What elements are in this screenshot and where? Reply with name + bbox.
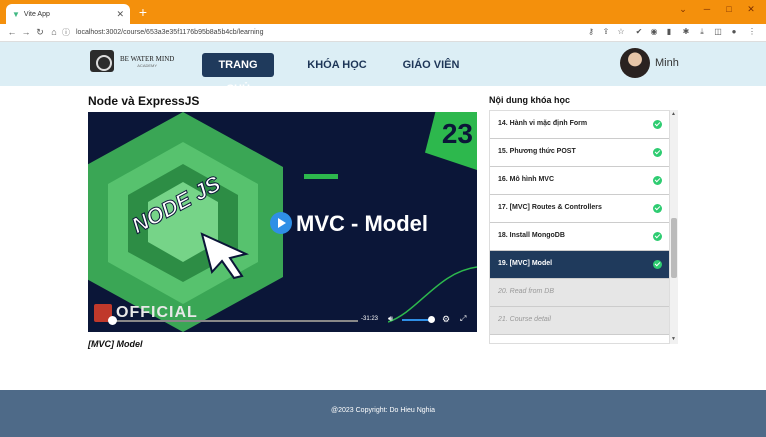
new-tab-button[interactable]: + bbox=[136, 5, 150, 19]
vite-favicon-icon: ▼ bbox=[12, 9, 20, 19]
scrollbar-thumb[interactable] bbox=[671, 218, 677, 278]
lesson-label: 16. Mô hình MVC bbox=[498, 176, 554, 183]
lesson-item[interactable]: 14. Hành vi mặc định Form bbox=[490, 111, 669, 139]
nav-home[interactable]: TRANG CHỦ bbox=[202, 53, 274, 95]
logo-text: BE WATER MIND bbox=[120, 54, 175, 63]
browser-tab[interactable]: ▼ Vite App ✕ bbox=[6, 4, 130, 24]
check-circle-icon bbox=[653, 204, 662, 213]
reload-icon[interactable]: ↻ bbox=[34, 27, 46, 38]
extension-icon[interactable]: ◉ bbox=[648, 27, 660, 36]
back-icon[interactable]: ← bbox=[6, 27, 18, 37]
home-icon[interactable]: ⌂ bbox=[48, 27, 60, 37]
extension-icon[interactable]: ▮ bbox=[663, 27, 675, 36]
extension-icon[interactable]: ✔ bbox=[633, 27, 645, 36]
lesson-item[interactable]: 17. [MVC] Routes & Controllers bbox=[490, 195, 669, 223]
video-player[interactable]: NODE JS 23 MVC - Model OFFICIAL -31:23 🔊… bbox=[88, 112, 477, 332]
lesson-label: 20. Read from DB bbox=[498, 288, 555, 295]
site-logo[interactable]: BE WATER MIND ACADEMY bbox=[90, 50, 174, 72]
site-info-icon[interactable]: ⓘ bbox=[62, 26, 70, 40]
nav-teachers[interactable]: GIÁO VIÊN bbox=[396, 53, 466, 77]
page-title: Node và ExpressJS bbox=[88, 94, 200, 108]
download-icon[interactable]: ⤓ bbox=[696, 27, 708, 37]
logo-subtext: ACADEMY bbox=[137, 62, 158, 68]
share-icon[interactable]: ⇪ bbox=[600, 27, 612, 36]
lesson-label: 19. [MVC] Model bbox=[498, 260, 553, 267]
settings-gear-icon[interactable]: ⚙ bbox=[442, 314, 450, 325]
check-circle-icon bbox=[653, 120, 662, 129]
url-field[interactable]: ⓘ localhost:3002/course/653a3e35f1176b95… bbox=[62, 26, 582, 40]
address-bar-row: ← → ↻ ⌂ ⓘ localhost:3002/course/653a3e35… bbox=[0, 24, 766, 42]
tab-title: Vite App bbox=[23, 10, 50, 18]
maximize-button[interactable]: □ bbox=[718, 4, 740, 14]
video-progress-bar[interactable] bbox=[112, 320, 358, 322]
green-divider bbox=[304, 174, 338, 179]
scroll-down-arrow-icon[interactable]: ▼ bbox=[671, 336, 676, 342]
lesson-label: 14. Hành vi mặc định Form bbox=[498, 120, 588, 127]
lesson-label: 21. Course detail bbox=[498, 316, 551, 323]
check-circle-icon bbox=[653, 260, 662, 269]
close-tab-icon[interactable]: ✕ bbox=[116, 9, 124, 20]
sidepanel-icon[interactable]: ◫ bbox=[712, 27, 724, 36]
chevron-down-icon[interactable]: ⌄ bbox=[672, 4, 694, 15]
lesson-item[interactable]: 18. Install MongoDB bbox=[490, 223, 669, 251]
nav-courses[interactable]: KHÓA HỌC bbox=[302, 53, 372, 77]
puzzle-icon[interactable]: ✱ bbox=[680, 27, 692, 36]
fullscreen-icon[interactable]: ⤢ bbox=[460, 314, 466, 324]
video-caption: [MVC] Model bbox=[88, 339, 143, 349]
lesson-item-locked: 20. Read from DB bbox=[490, 279, 669, 307]
lesson-item-locked: 21. Course detail bbox=[490, 307, 669, 335]
site-footer: @2023 Copyright: Do Hieu Nghia bbox=[0, 390, 766, 437]
volume-handle[interactable] bbox=[428, 316, 435, 323]
progress-scrubber[interactable] bbox=[108, 316, 117, 325]
avatar[interactable] bbox=[620, 48, 650, 78]
video-headline: MVC - Model bbox=[296, 211, 428, 236]
minimize-button[interactable]: ─ bbox=[696, 4, 718, 14]
browser-tabbar: ▼ Vite App ✕ + ⌄ ─ □ ✕ bbox=[0, 0, 766, 24]
cursor-arrow-icon bbox=[200, 232, 250, 280]
menu-icon[interactable]: ⋮ bbox=[746, 27, 758, 36]
play-circle-icon bbox=[270, 212, 292, 234]
episode-number: 23 bbox=[441, 118, 473, 149]
scroll-up-arrow-icon[interactable]: ▲ bbox=[671, 111, 676, 117]
bookmark-star-icon[interactable]: ☆ bbox=[615, 27, 627, 36]
key-icon[interactable]: ⚷ bbox=[585, 27, 597, 36]
check-circle-icon bbox=[653, 148, 662, 157]
check-circle-icon bbox=[653, 176, 662, 185]
footer-copyright: @2023 Copyright: Do Hieu Nghia bbox=[331, 407, 435, 414]
lesson-label: 18. Install MongoDB bbox=[498, 232, 565, 239]
lesson-label: 15. Phương thức POST bbox=[498, 148, 576, 155]
logo-mark-icon bbox=[90, 50, 114, 72]
lesson-label: 17. [MVC] Routes & Controllers bbox=[498, 204, 602, 211]
volume-icon[interactable]: 🔊︎ bbox=[388, 314, 393, 324]
lesson-list: 14. Hành vi mặc định Form 15. Phương thứ… bbox=[489, 110, 670, 344]
check-circle-icon bbox=[653, 232, 662, 241]
close-window-button[interactable]: ✕ bbox=[740, 4, 762, 15]
sidebar-title: Nội dung khóa học bbox=[489, 95, 570, 105]
profile-icon[interactable]: ● bbox=[728, 27, 740, 36]
lesson-item[interactable]: 16. Mô hình MVC bbox=[490, 167, 669, 195]
nodejs-hexagon-graphic bbox=[88, 112, 283, 332]
forward-icon[interactable]: → bbox=[20, 27, 32, 37]
time-remaining: -31:23 bbox=[361, 316, 379, 322]
url-text: localhost:3002/course/653a3e35f1176b95b8… bbox=[76, 29, 264, 36]
lesson-item[interactable]: 15. Phương thức POST bbox=[490, 139, 669, 167]
lesson-item-active[interactable]: 19. [MVC] Model bbox=[490, 251, 669, 279]
username[interactable]: Minh bbox=[655, 57, 679, 69]
